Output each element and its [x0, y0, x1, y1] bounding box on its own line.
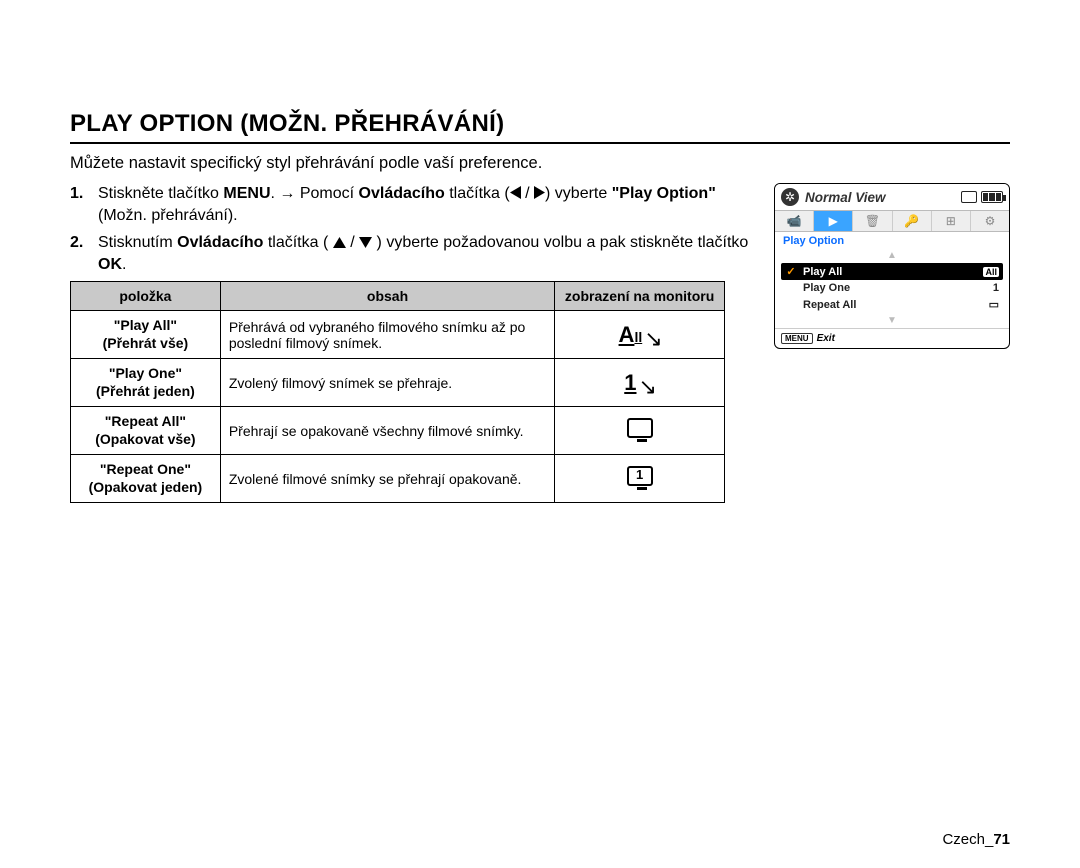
osd-menu: ✓ Play All All Play One 1 Repeat All ▭: [775, 263, 1009, 315]
osd-item-badge: All: [983, 267, 999, 277]
osd-tab-bar: 📹▶🗑🔑⊞⚙: [775, 210, 1009, 232]
osd-tab[interactable]: ⚙: [971, 211, 1009, 231]
card-icon: [961, 191, 977, 203]
chevron-down-icon: ▼: [775, 315, 1009, 328]
option-name: "Play One"(Přehrát jeden): [71, 359, 221, 407]
option-name: "Repeat All"(Opakovat vše): [71, 407, 221, 455]
status-icons: [961, 191, 1003, 203]
intro-text: Můžete nastavit specifický styl přehrává…: [70, 154, 1010, 173]
osd-item-label: Play One: [803, 282, 987, 294]
triangle-left-icon: [510, 186, 521, 199]
th-content: obsah: [220, 282, 554, 311]
th-display: zobrazení na monitoru: [555, 282, 725, 311]
th-item: položka: [71, 282, 221, 311]
chevron-up-icon: ▲: [775, 250, 1009, 263]
section-title: PLAY OPTION (MOŽN. PŘEHRÁVÁNÍ): [70, 110, 1010, 144]
page-content: PLAY OPTION (MOŽN. PŘEHRÁVÁNÍ) Můžete na…: [70, 110, 1010, 503]
osd-menu-item[interactable]: Play One 1: [781, 280, 1003, 296]
osd-tab[interactable]: 🗑: [853, 211, 892, 231]
osd-footer: MENU Exit: [775, 328, 1009, 348]
osd-item-badge: ▭: [989, 298, 999, 311]
osd-tab[interactable]: 🔑: [893, 211, 932, 231]
osd-menu-item[interactable]: ✓ Play All All: [781, 263, 1003, 280]
table-row: "Play All"(Přehrát vše)Přehrává od vybra…: [71, 311, 725, 359]
option-desc: Zvolený filmový snímek se přehraje.: [220, 359, 554, 407]
option-desc: Přehrává od vybraného filmového snímku a…: [220, 311, 554, 359]
osd-tab[interactable]: 📹: [775, 211, 814, 231]
gear-icon: ✲: [781, 188, 799, 206]
osd-tab[interactable]: ▶: [814, 211, 853, 231]
osd-preview: ✲ Normal View 📹▶🗑🔑⊞⚙ Play Option ▲ ✓ Play…: [774, 183, 1010, 349]
osd-tab[interactable]: ⊞: [932, 211, 971, 231]
menu-button-label: MENU: [781, 333, 813, 344]
triangle-up-icon: [333, 237, 346, 248]
osd-item-label: Repeat All: [803, 299, 983, 311]
exit-label: Exit: [817, 333, 835, 344]
table-row: "Repeat One"(Opakovat jeden)Zvolené film…: [71, 455, 725, 503]
step-2: 2. Stisknutím Ovládacího tlačítka ( / ) …: [70, 232, 756, 275]
osd-section-title: Play Option: [775, 232, 1009, 250]
osd-header: ✲ Normal View: [775, 184, 1009, 210]
options-table: položka obsah zobrazení na monitoru "Pla…: [70, 281, 725, 503]
osd-item-label: Play All: [803, 266, 977, 278]
osd-item-badge: 1: [993, 282, 999, 294]
triangle-right-icon: [534, 186, 545, 199]
page-footer: Czech_71: [942, 831, 1010, 848]
option-icon: [555, 407, 725, 455]
instruction-steps: 1. Stiskněte tlačítko MENU. → Pomocí Ovl…: [70, 183, 756, 503]
table-row: "Play One"(Přehrát jeden)Zvolený filmový…: [71, 359, 725, 407]
osd-menu-item[interactable]: Repeat All ▭: [781, 296, 1003, 313]
option-icon: [555, 455, 725, 503]
option-icon: 1↘: [555, 359, 725, 407]
option-desc: Přehrají se opakovaně všechny filmové sn…: [220, 407, 554, 455]
check-icon: ✓: [785, 265, 797, 278]
option-name: "Repeat One"(Opakovat jeden): [71, 455, 221, 503]
option-icon: All↘: [555, 311, 725, 359]
table-row: "Repeat All"(Opakovat vše)Přehrají se op…: [71, 407, 725, 455]
option-desc: Zvolené filmové snímky se přehrají opako…: [220, 455, 554, 503]
option-name: "Play All"(Přehrát vše): [71, 311, 221, 359]
step-1: 1. Stiskněte tlačítko MENU. → Pomocí Ovl…: [70, 183, 756, 226]
battery-icon: [981, 191, 1003, 203]
osd-title: Normal View: [805, 190, 955, 205]
triangle-down-icon: [359, 237, 372, 248]
